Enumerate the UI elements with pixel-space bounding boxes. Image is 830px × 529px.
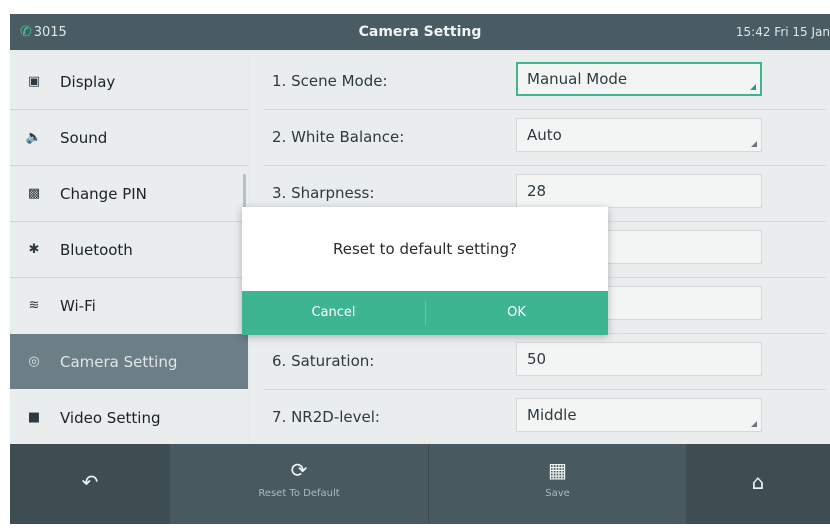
- setting-value: Auto: [527, 126, 562, 144]
- sidebar-item-camera-setting[interactable]: ◎ Camera Setting: [10, 334, 248, 389]
- display-icon: ▣: [27, 74, 41, 89]
- dropdown-corner-icon: [750, 84, 756, 90]
- sidebar-item-bluetooth[interactable]: ✱ Bluetooth: [10, 222, 248, 277]
- phone-screen: ✆ 3015 Camera Setting 15:42 Fri 15 Jan ▣ …: [10, 14, 830, 524]
- ok-button[interactable]: OK: [425, 291, 608, 335]
- camera-icon: ◎: [28, 354, 40, 369]
- phone-screen-frame: ✆ 3015 Camera Setting 15:42 Fri 15 Jan ▣ …: [0, 0, 830, 529]
- saturation-input[interactable]: 50: [516, 342, 762, 376]
- bluetooth-icon: ✱: [28, 242, 40, 257]
- sidebar-item-label: Bluetooth: [60, 240, 133, 259]
- reset-confirm-dialog: Reset to default setting? Cancel OK: [242, 207, 608, 335]
- softkey-bar: ↶ ⟳ Reset To Default ▦ Save ⌂: [10, 444, 830, 524]
- refresh-icon: ⟳: [290, 458, 308, 482]
- sidebar-item-display[interactable]: ▣ Display: [10, 54, 248, 109]
- sidebar: ▣ Display 🔈 Sound ▩ Change PIN ✱ Bluetoo…: [10, 54, 248, 444]
- sidebar-item-label: Change PIN: [60, 184, 147, 203]
- sidebar-item-wifi[interactable]: ≋ Wi-Fi: [10, 278, 248, 333]
- setting-row-white-balance: 2. White Balance: Auto: [250, 110, 830, 165]
- sidebar-item-label: Video Setting: [60, 408, 161, 427]
- sidebar-item-label: Display: [60, 72, 116, 91]
- lock-icon: ▩: [27, 186, 41, 201]
- sidebar-item-sound[interactable]: 🔈 Sound: [10, 110, 248, 165]
- reset-to-default-button[interactable]: ⟳ Reset To Default: [170, 444, 428, 524]
- sidebar-item-label: Sound: [60, 128, 108, 147]
- setting-row-nr2d-level: 7. NR2D-level: Middle: [250, 390, 830, 445]
- home-button[interactable]: ⌂: [686, 444, 830, 524]
- setting-label: 1. Scene Mode:: [272, 72, 388, 90]
- wifi-icon: ≋: [28, 298, 40, 313]
- setting-row-saturation: 6. Saturation: 50: [250, 334, 830, 389]
- setting-value: Manual Mode: [527, 70, 628, 88]
- dropdown-corner-icon: [751, 421, 757, 427]
- sidebar-item-label: Wi-Fi: [60, 296, 96, 315]
- setting-row-scene-mode: 1. Scene Mode: Manual Mode: [250, 54, 830, 109]
- sharpness-input[interactable]: 28: [516, 174, 762, 208]
- setting-value: 28: [527, 182, 547, 200]
- back-arrow-icon: ↶: [81, 470, 99, 494]
- save-icon: ▦: [548, 458, 567, 482]
- datetime: 15:42 Fri 15 Jan: [735, 25, 830, 39]
- setting-value: Middle: [527, 406, 577, 424]
- white-balance-select[interactable]: Auto: [516, 118, 762, 152]
- scene-mode-select[interactable]: Manual Mode: [516, 62, 762, 96]
- reset-to-default-label: Reset To Default: [258, 488, 340, 499]
- dialog-message: Reset to default setting?: [332, 240, 517, 258]
- sidebar-item-label: Camera Setting: [60, 352, 178, 371]
- page-title: Camera Setting: [358, 24, 482, 40]
- save-label: Save: [545, 488, 570, 499]
- dialog-button-bar: Cancel OK: [242, 291, 608, 335]
- back-button[interactable]: ↶: [10, 444, 170, 524]
- save-button[interactable]: ▦ Save: [428, 444, 686, 524]
- home-icon: ⌂: [751, 470, 765, 494]
- setting-label: 2. White Balance:: [272, 128, 405, 146]
- dropdown-corner-icon: [751, 141, 757, 147]
- speaker-icon: 🔈: [25, 130, 43, 145]
- nr2d-level-select[interactable]: Middle: [516, 398, 762, 432]
- setting-value: 50: [527, 350, 547, 368]
- cancel-button[interactable]: Cancel: [242, 291, 425, 335]
- setting-label: 6. Saturation:: [272, 352, 375, 370]
- sidebar-item-video-setting[interactable]: ■ Video Setting: [10, 390, 248, 445]
- sidebar-item-change-pin[interactable]: ▩ Change PIN: [10, 166, 248, 221]
- status-bar: ✆ 3015 Camera Setting 15:42 Fri 15 Jan: [10, 14, 830, 50]
- video-icon: ■: [27, 410, 41, 425]
- setting-label: 7. NR2D-level:: [272, 408, 380, 426]
